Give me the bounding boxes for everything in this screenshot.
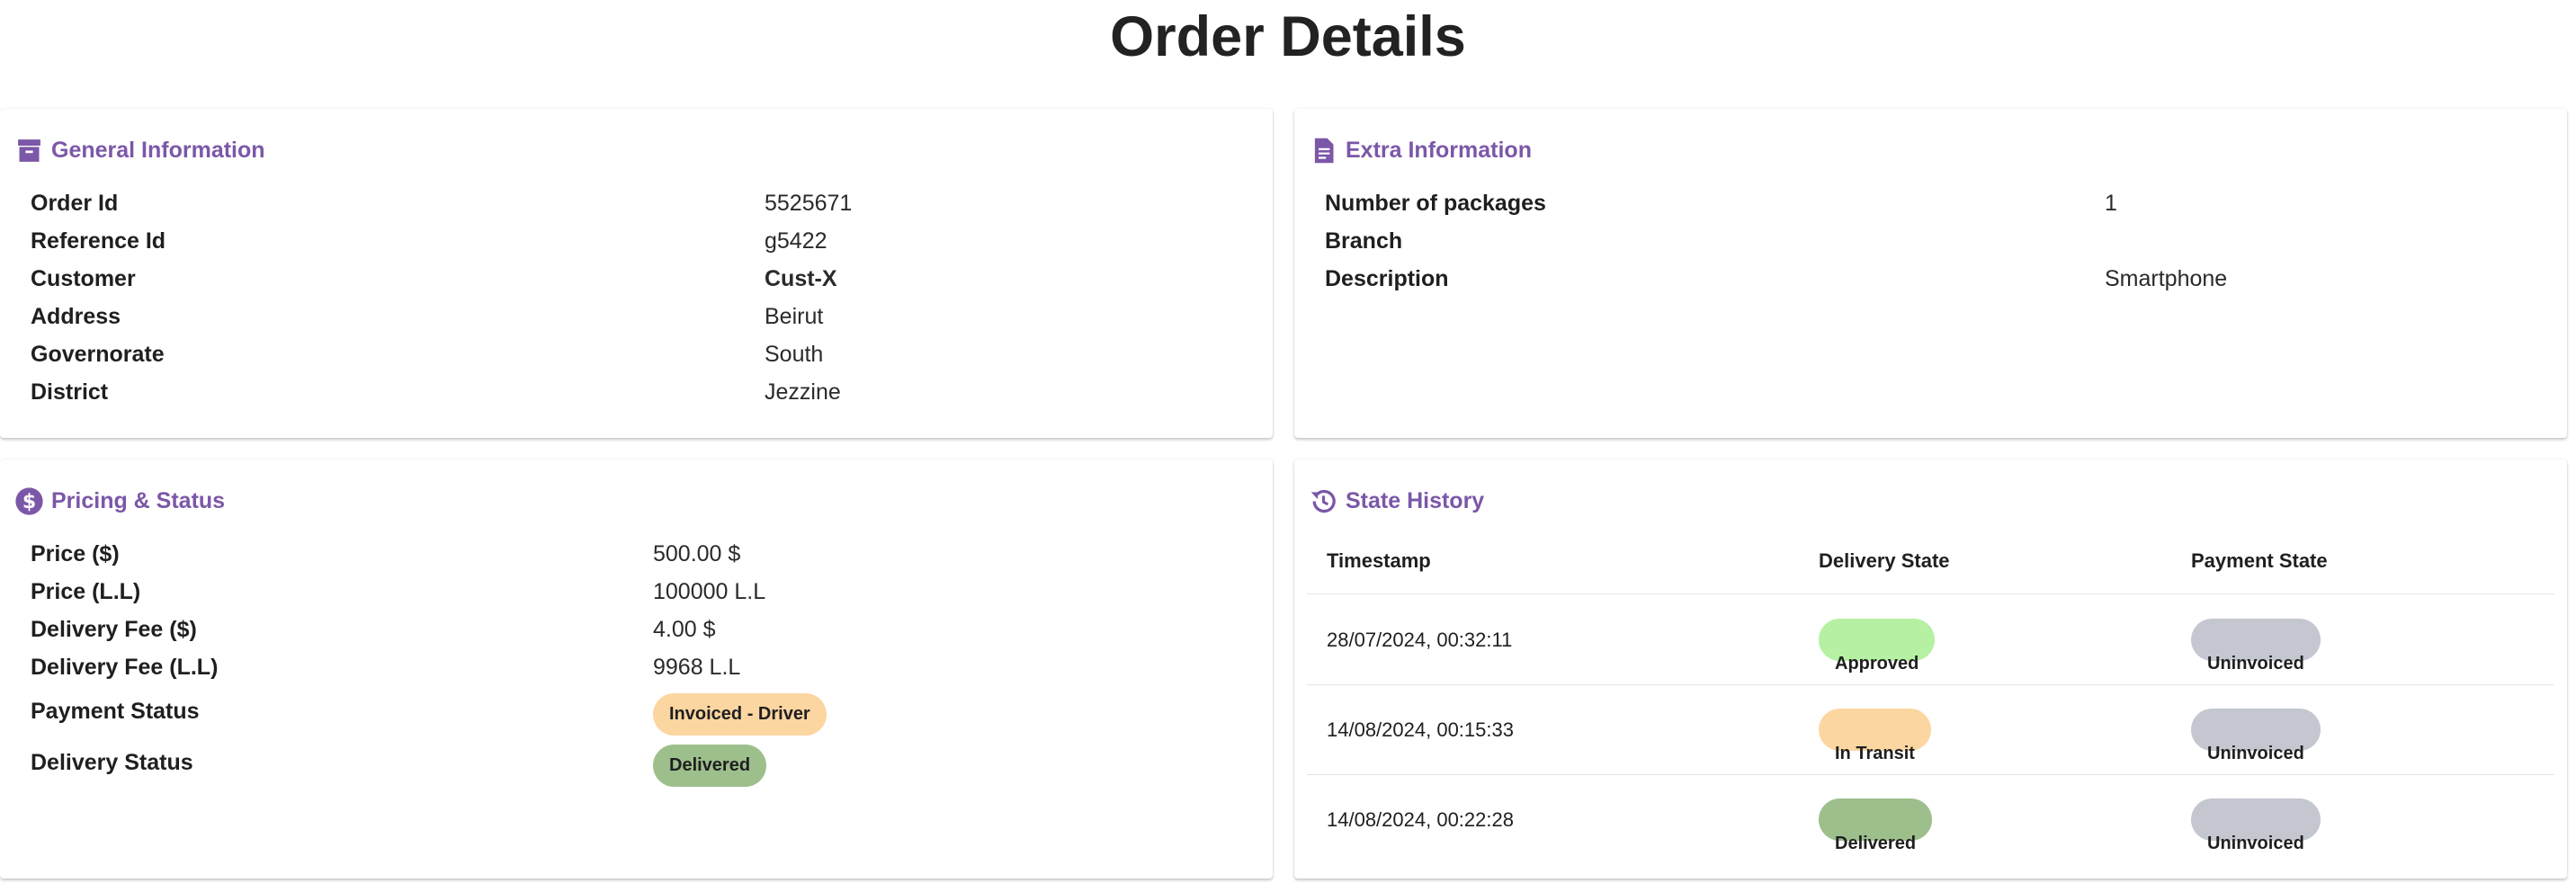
info-value: South bbox=[765, 342, 824, 367]
pricing-row-payment-status: Payment Status Invoiced - Driver bbox=[31, 689, 1255, 736]
general-information-title: General Information bbox=[51, 137, 265, 163]
payment-status-badge: Invoiced - Driver bbox=[653, 693, 827, 736]
info-value: Cust-X bbox=[765, 266, 837, 291]
table-row: 28/07/2024, 00:32:11 Approved Uninvoiced bbox=[1307, 595, 2554, 685]
timestamp-cell: 28/07/2024, 00:32:11 bbox=[1327, 629, 1513, 651]
state-history-title: State History bbox=[1346, 487, 1485, 513]
extra-value: 1 bbox=[2105, 191, 2117, 216]
info-row-customer: Customer Cust-X bbox=[31, 260, 1255, 298]
info-label: Reference Id bbox=[31, 228, 166, 254]
info-label: Customer bbox=[31, 266, 136, 291]
pricing-row-fee-usd: Delivery Fee ($) 4.00 $ bbox=[31, 611, 1255, 648]
payment-state-badge: Uninvoiced bbox=[2191, 619, 2321, 673]
pricing-value: 100000 L.L bbox=[653, 579, 766, 604]
delivery-state-badge: In Transit bbox=[1819, 709, 1931, 763]
timestamp-cell: 14/08/2024, 00:15:33 bbox=[1327, 718, 1514, 741]
pricing-value: 9968 L.L bbox=[653, 655, 741, 680]
pricing-label: Price (L.L) bbox=[31, 579, 141, 604]
extra-information-header: Extra Information bbox=[1309, 134, 1532, 166]
payment-state-badge: Uninvoiced bbox=[2191, 798, 2321, 853]
info-value: 5525671 bbox=[765, 191, 853, 216]
extra-information-card: Extra Information Number of packages 1 B… bbox=[1294, 109, 2567, 438]
general-information-card: General Information Order Id 5525671 Ref… bbox=[0, 109, 1273, 438]
info-value: g5422 bbox=[765, 228, 827, 254]
pricing-row-price-ll: Price (L.L) 100000 L.L bbox=[31, 573, 1255, 611]
extra-information-title: Extra Information bbox=[1346, 137, 1532, 163]
payment-state-badge: Uninvoiced bbox=[2191, 709, 2321, 763]
pricing-row-delivery-status: Delivery Status Delivered bbox=[31, 740, 1255, 787]
pricing-label: Delivery Fee (L.L) bbox=[31, 655, 219, 680]
history-table-header: Timestamp Delivery State Payment State bbox=[1307, 528, 2554, 594]
extra-row-packages: Number of packages 1 bbox=[1325, 184, 2549, 222]
table-row: 14/08/2024, 00:15:33 In Transit Uninvoic… bbox=[1307, 685, 2554, 775]
state-history-header: State History bbox=[1309, 485, 1484, 517]
delivery-state-badge: Delivered bbox=[1819, 798, 1933, 853]
pricing-row-fee-ll: Delivery Fee (L.L) 9968 L.L bbox=[31, 648, 1255, 686]
column-header-payment-state: Payment State bbox=[2191, 549, 2328, 572]
extra-label: Description bbox=[1325, 266, 1449, 291]
extra-row-description: Description Smartphone bbox=[1325, 260, 2549, 298]
archive-box-icon bbox=[14, 136, 44, 165]
column-header-delivery-state: Delivery State bbox=[1819, 549, 1950, 572]
info-label: District bbox=[31, 379, 109, 405]
info-row-order-id: Order Id 5525671 bbox=[31, 184, 1255, 222]
pricing-status-card: $ Pricing & Status Price ($) 500.00 $ Pr… bbox=[0, 459, 1273, 879]
pricing-status-header: $ Pricing & Status bbox=[14, 485, 225, 517]
delivery-status-label: Delivery Status bbox=[31, 750, 193, 775]
pricing-label: Delivery Fee ($) bbox=[31, 617, 197, 642]
general-information-header: General Information bbox=[14, 134, 265, 166]
extra-value: Smartphone bbox=[2105, 266, 2228, 291]
pricing-label: Price ($) bbox=[31, 541, 120, 566]
table-row: 14/08/2024, 00:22:28 Delivered Uninvoice… bbox=[1307, 775, 2554, 865]
info-row-reference-id: Reference Id g5422 bbox=[31, 222, 1255, 260]
extra-label: Number of packages bbox=[1325, 191, 1546, 216]
svg-text:$: $ bbox=[22, 491, 36, 513]
state-history-card: State History Timestamp Delivery State P… bbox=[1294, 459, 2567, 879]
info-row-governorate: Governorate South bbox=[31, 335, 1255, 373]
delivery-state-badge: Approved bbox=[1819, 619, 1936, 673]
column-header-timestamp: Timestamp bbox=[1327, 549, 1431, 572]
info-value: Jezzine bbox=[765, 379, 841, 405]
payment-status-label: Payment Status bbox=[31, 699, 200, 724]
info-value: Beirut bbox=[765, 304, 824, 329]
pricing-value: 500.00 $ bbox=[653, 541, 741, 566]
pricing-value: 4.00 $ bbox=[653, 617, 716, 642]
dollar-circle-icon: $ bbox=[14, 486, 44, 516]
info-row-district: District Jezzine bbox=[31, 373, 1255, 411]
timestamp-cell: 14/08/2024, 00:22:28 bbox=[1327, 808, 1514, 831]
page-title: Order Details bbox=[1110, 5, 1466, 68]
extra-row-branch: Branch bbox=[1325, 222, 2549, 260]
info-row-address: Address Beirut bbox=[31, 298, 1255, 335]
info-label: Address bbox=[31, 304, 121, 329]
pricing-row-price-usd: Price ($) 500.00 $ bbox=[31, 535, 1255, 573]
info-label: Order Id bbox=[31, 191, 119, 216]
history-icon bbox=[1309, 486, 1338, 516]
info-label: Governorate bbox=[31, 342, 165, 367]
delivery-status-badge: Delivered bbox=[653, 745, 767, 787]
pricing-status-title: Pricing & Status bbox=[51, 487, 226, 513]
extra-label: Branch bbox=[1325, 228, 1403, 254]
document-icon bbox=[1309, 136, 1338, 165]
